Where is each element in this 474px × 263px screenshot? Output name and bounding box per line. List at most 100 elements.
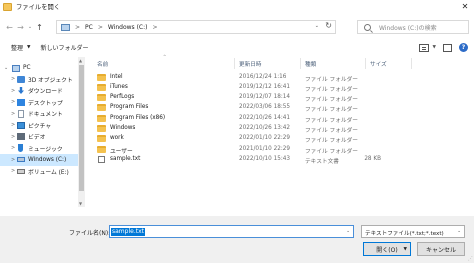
chevron-right-icon[interactable]: > xyxy=(11,122,15,128)
view-mode-icon[interactable] xyxy=(418,43,429,52)
recent-locations-button[interactable]: ⌄ xyxy=(26,20,34,34)
sidebar-item-pictures[interactable]: > ピクチャ xyxy=(0,119,78,131)
sidebar-item-windows-c[interactable]: > Windows (C:) xyxy=(0,153,78,166)
column-header-name-label: 名前 xyxy=(97,61,109,68)
close-button[interactable]: ✕ xyxy=(456,0,474,13)
file-row[interactable]: PerfLogs 2019/12/07 18:14 ファイル フォルダー xyxy=(93,93,474,103)
breadcrumb-separator[interactable]: > xyxy=(75,24,80,31)
file-date: 2019/12/07 18:14 xyxy=(239,94,290,101)
new-folder-button[interactable]: 新しいフォルダー xyxy=(40,43,88,52)
filename-dropdown-button[interactable]: ⌄ xyxy=(346,229,350,234)
chevron-right-icon[interactable]: > xyxy=(11,76,15,82)
breadcrumb-windows-c[interactable]: Windows (C:) xyxy=(108,24,148,31)
file-row[interactable]: Intel 2016/12/24 1:16 ファイル フォルダー xyxy=(93,72,474,83)
window-title: ファイルを開く xyxy=(16,4,61,11)
sidebar-item-videos[interactable]: > ビデオ xyxy=(0,131,78,143)
chevron-right-icon[interactable]: > xyxy=(11,111,15,117)
file-row[interactable]: Program Files (x86) 2022/10/26 14:41 ファイ… xyxy=(93,113,474,124)
scroll-down-icon[interactable]: ▼ xyxy=(79,201,82,206)
view-controls: ▼ ? xyxy=(418,43,468,52)
breadcrumb-separator[interactable]: > xyxy=(98,24,103,31)
scrollbar-thumb[interactable] xyxy=(79,65,84,191)
column-divider[interactable] xyxy=(365,58,366,69)
dialog-footer: ファイル名(N): sample.txt ⌄ テキストファイル(*.txt;*.… xyxy=(0,216,474,263)
scroll-up-icon[interactable]: ▲ xyxy=(79,58,82,63)
sidebar-item-label: PC xyxy=(23,65,31,71)
chevron-right-icon[interactable]: > xyxy=(11,88,15,94)
filename-input[interactable]: sample.txt ⌄ xyxy=(109,225,354,238)
search-placeholder: Windows (C:)の検索 xyxy=(379,24,437,32)
up-button[interactable]: ↑ xyxy=(34,20,45,34)
column-divider[interactable] xyxy=(300,58,301,69)
chevron-right-icon[interactable]: > xyxy=(11,99,15,105)
sidebar-item-label: ボリューム (E:) xyxy=(28,169,69,176)
help-icon[interactable]: ? xyxy=(459,43,468,52)
back-button[interactable]: ← xyxy=(4,20,15,34)
search-icon xyxy=(364,23,371,31)
resize-grip-icon[interactable]: ⋰ xyxy=(468,256,473,262)
filename-value[interactable]: sample.txt xyxy=(111,228,145,236)
file-row[interactable]: sample.txt 2022/10/10 15:43 テキスト文書 28 KB xyxy=(93,154,474,165)
chevron-right-icon[interactable]: > xyxy=(11,168,15,174)
filename-label: ファイル名(N): xyxy=(69,230,111,237)
column-header-size[interactable]: サイズ xyxy=(370,57,387,70)
column-header-date[interactable]: 更新日時 xyxy=(239,57,261,70)
forward-button[interactable]: → xyxy=(15,20,26,34)
file-name: Windows xyxy=(110,125,136,131)
folder-icon xyxy=(97,145,106,153)
drive-icon xyxy=(17,157,25,162)
sidebar-item-label: ダウンロード xyxy=(28,89,63,95)
sidebar-item-label: ピクチャ xyxy=(28,123,52,130)
address-bar[interactable]: > PC > Windows (C:) > ⌄ ↻ xyxy=(56,20,336,34)
chevron-down-icon[interactable]: ⌄ xyxy=(457,229,461,234)
file-row[interactable]: iTunes 2019/12/12 16:41 ファイル フォルダー xyxy=(93,82,474,93)
chevron-right-icon[interactable]: > xyxy=(11,157,15,163)
organize-label: 整理 xyxy=(11,45,24,52)
chevron-right-icon[interactable]: > xyxy=(11,134,15,140)
sidebar-item-desktop[interactable]: > デスクトップ xyxy=(0,96,78,108)
file-type: ファイル フォルダー xyxy=(305,128,358,134)
sidebar-scrollbar[interactable]: ▲ ▼ xyxy=(78,57,85,207)
column-divider[interactable] xyxy=(234,58,235,69)
folder-icon xyxy=(97,114,106,122)
file-size: 28 KB xyxy=(364,155,381,162)
file-name: iTunes xyxy=(110,83,128,90)
column-header-type[interactable]: 種類 xyxy=(305,57,316,70)
file-date: 2022/10/26 13:42 xyxy=(239,125,290,131)
file-type: ファイル フォルダー xyxy=(305,76,358,83)
chevron-down-icon[interactable]: ⌄ xyxy=(4,65,8,71)
file-type: ファイル フォルダー xyxy=(305,86,358,93)
view-menu-button[interactable]: ▼ xyxy=(433,45,436,50)
sidebar-item-documents[interactable]: > ドキュメント xyxy=(0,108,78,120)
open-button[interactable]: 開く(O) ▼ xyxy=(363,242,411,256)
breadcrumb-pc[interactable]: PC xyxy=(85,24,93,31)
cancel-button[interactable]: キャンセル xyxy=(417,242,465,256)
organize-button[interactable]: 整理 ▼ xyxy=(11,43,30,52)
open-dropdown-arrow[interactable]: ▼ xyxy=(404,247,407,252)
sidebar-item-downloads[interactable]: > ダウンロード xyxy=(0,85,78,97)
documents-icon xyxy=(18,109,24,118)
file-type: ファイル フォルダー xyxy=(305,148,358,155)
file-row[interactable]: work 2022/01/10 22:29 ファイル フォルダー xyxy=(93,134,474,144)
folder-icon xyxy=(97,83,106,91)
sidebar-item-3d-objects[interactable]: > 3D オブジェクト xyxy=(0,73,78,85)
file-row[interactable]: ユーザー 2021/01/10 22:29 ファイル フォルダー xyxy=(93,144,474,155)
column-header-name[interactable]: 名前 xyxy=(97,57,108,70)
file-row[interactable]: Program Files 2022/03/06 18:55 ファイル フォルダ… xyxy=(93,103,474,113)
refresh-button[interactable]: ↻ xyxy=(325,21,332,30)
download-icon xyxy=(18,87,24,94)
filetype-select[interactable]: テキストファイル(*.txt;*.text) ⌄ xyxy=(361,225,465,238)
sidebar-item-volume-e[interactable]: > ボリューム (E:) xyxy=(0,165,78,177)
address-dropdown-button[interactable]: ⌄ xyxy=(315,23,319,29)
chevron-right-icon[interactable]: > xyxy=(11,145,15,151)
sidebar-item-music[interactable]: > ミュージック xyxy=(0,142,78,154)
column-divider[interactable] xyxy=(411,58,412,69)
preview-pane-icon[interactable] xyxy=(443,43,452,52)
file-row[interactable]: Windows 2022/10/26 13:42 ファイル フォルダー xyxy=(93,124,474,134)
breadcrumb-separator[interactable]: > xyxy=(152,24,157,31)
file-name: PerfLogs xyxy=(110,94,135,101)
folder-icon xyxy=(97,135,106,143)
search-input[interactable]: Windows (C:)の検索 xyxy=(357,20,469,34)
navigation-bar: ← → ⌄ ↑ > PC > Windows (C:) > ⌄ ↻ Window… xyxy=(0,16,474,38)
drive-icon xyxy=(17,168,25,174)
